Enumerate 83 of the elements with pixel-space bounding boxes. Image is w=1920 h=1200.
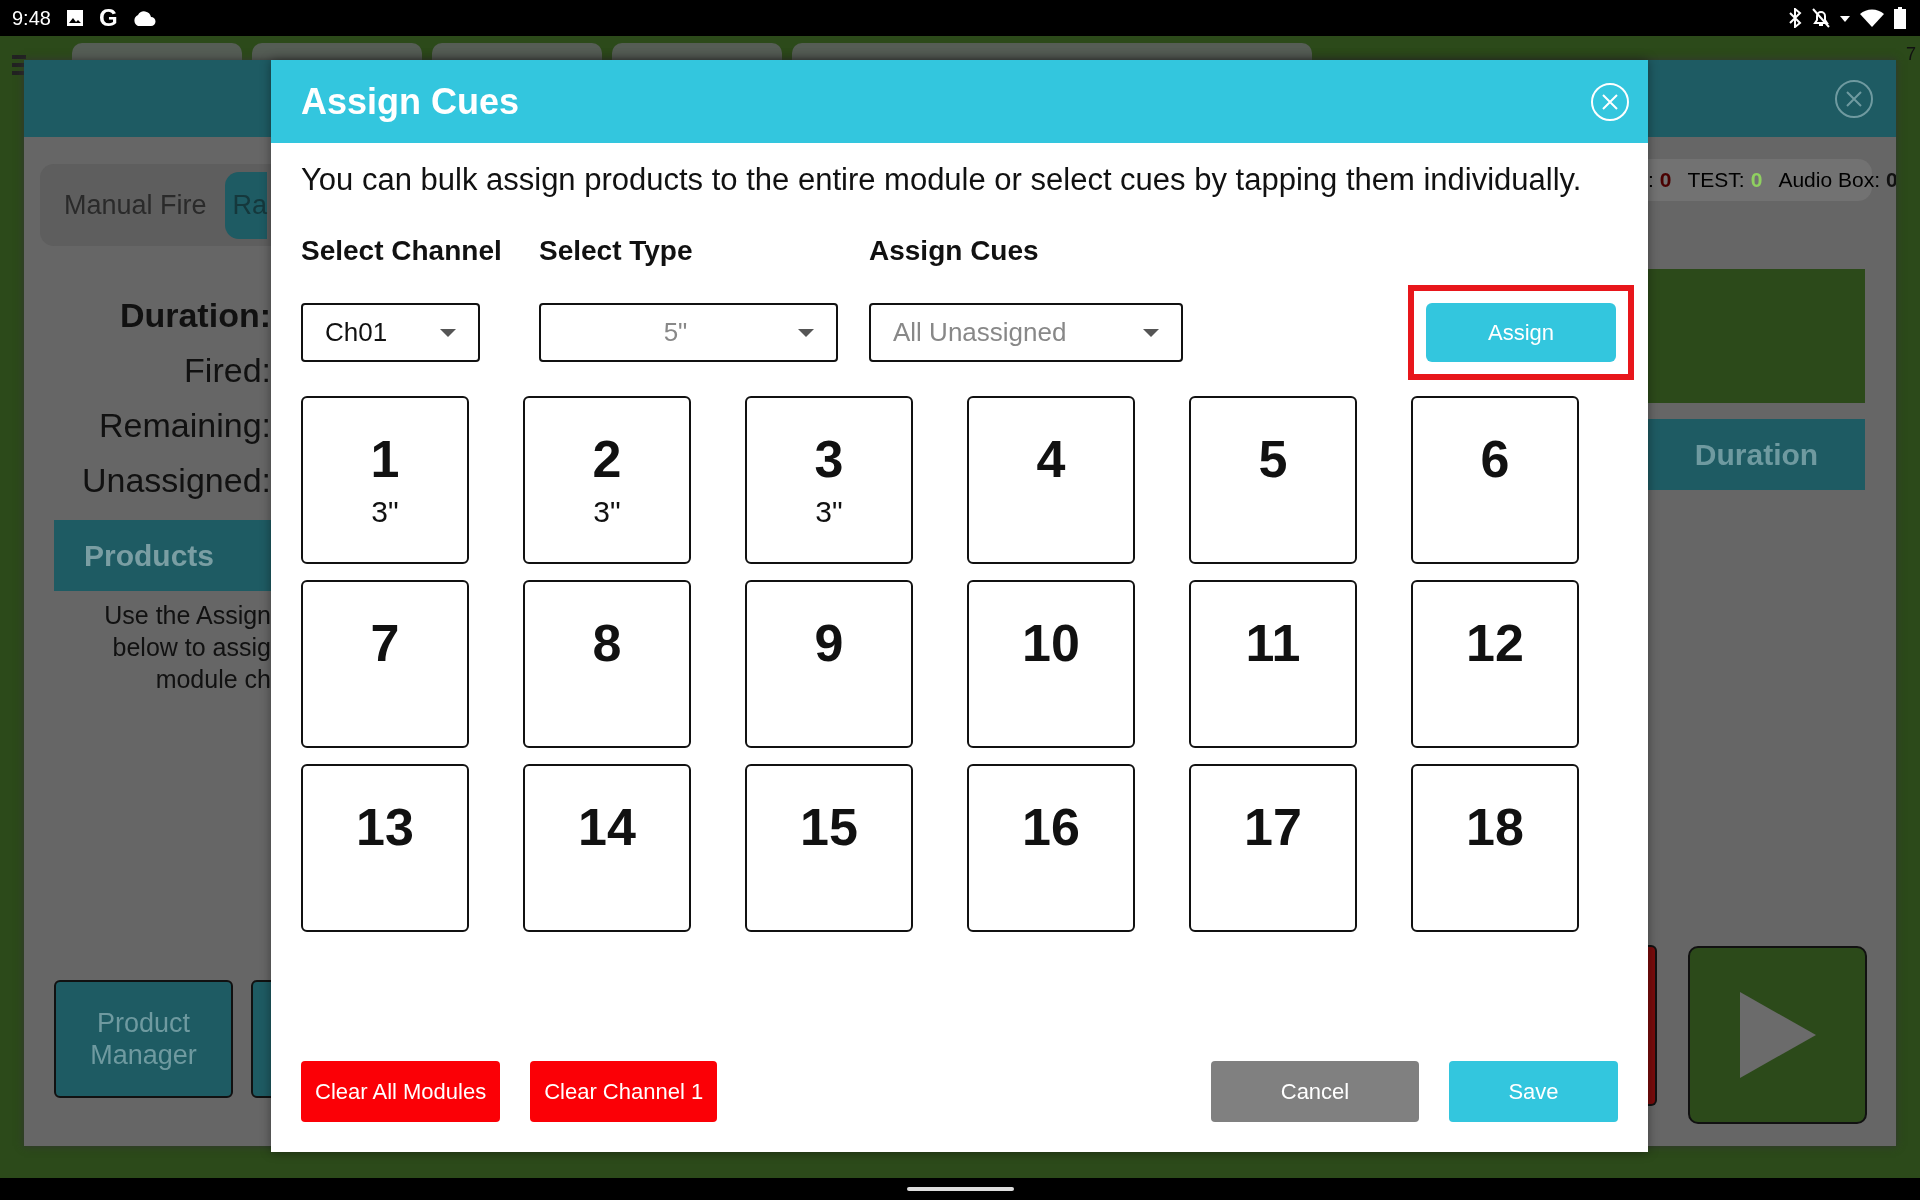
cue-tile[interactable]: 17 [1189,764,1357,932]
cue-tile[interactable]: 4 [967,396,1135,564]
app-tab[interactable] [612,43,782,63]
field-label: Select Type [539,235,694,267]
cue-tile[interactable]: 2 3" [523,396,691,564]
cue-number: 18 [1466,798,1524,856]
clock-time: 9:48 [12,6,51,30]
stat-label: Duration: [119,296,271,335]
cue-number: 1 [370,430,400,488]
cue-number: 10 [1022,614,1080,672]
cue-tile[interactable]: 8 [523,580,691,748]
dropdown[interactable]: Ch01 [301,303,480,362]
cue-tile[interactable]: 12 [1411,580,1579,748]
cue-tile[interactable]: 10 [967,580,1135,748]
cue-number: 7 [370,614,400,672]
cue-type: 3" [371,494,399,530]
clear-button[interactable]: Clear All Modules [301,1061,501,1122]
cue-tile[interactable]: 5 [1189,396,1357,564]
cue-tile[interactable]: 6 [1411,396,1579,564]
app-tab[interactable] [432,43,602,63]
menu-icon[interactable] [12,54,26,76]
stat-label: Fired: [184,351,271,390]
image-icon [64,8,85,28]
app-tab[interactable] [792,43,1312,63]
stat-label: Unassigned: [82,461,271,500]
cue-number: 9 [814,614,844,672]
app-tab[interactable] [252,43,422,63]
cue-tile[interactable]: 7 [301,580,469,748]
cue-number: 17 [1244,798,1302,856]
field-label: Select Channel [301,235,503,267]
cue-number: 5 [1258,430,1288,488]
dropdown-arrow-icon [440,328,456,337]
stat-label: Remaining: [99,406,271,445]
cue-number: 14 [578,798,636,856]
cue-tile[interactable]: 16 [967,764,1135,932]
products-hint: Use the Assign below to assig module ch [103,600,271,695]
cue-tile[interactable]: 18 [1411,764,1579,932]
cue-type: 3" [593,494,621,530]
cue-tile[interactable]: 14 [523,764,691,932]
field-label: Assign Cues [869,235,1040,267]
dialog-description: You can bulk assign products to the entire module or select cues by tapping them individually. [301,163,1583,197]
cue-number: 15 [800,798,858,856]
play-button[interactable] [1688,946,1867,1124]
play-icon [1739,992,1816,1078]
cue-tile[interactable]: 9 [745,580,913,748]
cloud-icon [131,10,156,26]
cue-number: 3 [814,430,844,488]
cue-number: 11 [1245,614,1301,672]
cancel-button[interactable]: Cancel [1211,1061,1419,1122]
cue-tile[interactable]: 13 [301,764,469,932]
duration-header: Duration [1648,419,1865,490]
g-letter: G [98,4,118,32]
dropdown-arrow-icon [798,328,814,337]
bluetooth-icon [1788,8,1802,28]
cue-number: 8 [592,614,622,672]
cue-number: 16 [1022,798,1080,856]
stop-button[interactable] [1648,945,1657,1106]
count-text: 7 [1906,44,1916,65]
wifi-icon [1860,9,1884,27]
dialog-title: Assign Cues [301,80,520,123]
bell-off-icon [1812,8,1830,28]
cue-tile[interactable]: 15 [745,764,913,932]
battery-icon [1894,7,1906,29]
clear-button[interactable]: Clear Channel 1 [530,1061,718,1122]
cue-tile[interactable]: 11 [1189,580,1357,748]
counter-label: Audio Box: [1778,168,1880,192]
counter-label: TEST: [1687,168,1745,192]
counter-value: 0 [1886,168,1896,192]
cue-number: 6 [1480,430,1510,488]
dropdown-arrow-icon [1143,328,1159,337]
cue-tile[interactable]: 1 3" [301,396,469,564]
counter-value: 0 [1750,168,1763,192]
home-handle[interactable] [906,1187,1014,1191]
cue-number: 2 [592,430,622,488]
cue-number: 13 [356,798,414,856]
counter-label: : [1648,168,1654,192]
cue-type: 3" [815,494,843,530]
close-icon[interactable] [1834,78,1874,119]
cue-tile[interactable]: 3 3" [745,396,913,564]
products-header: Products [54,520,271,591]
counter-value: 0 [1659,168,1672,192]
cue-number: 12 [1466,614,1524,672]
cue-number: 4 [1036,430,1066,488]
